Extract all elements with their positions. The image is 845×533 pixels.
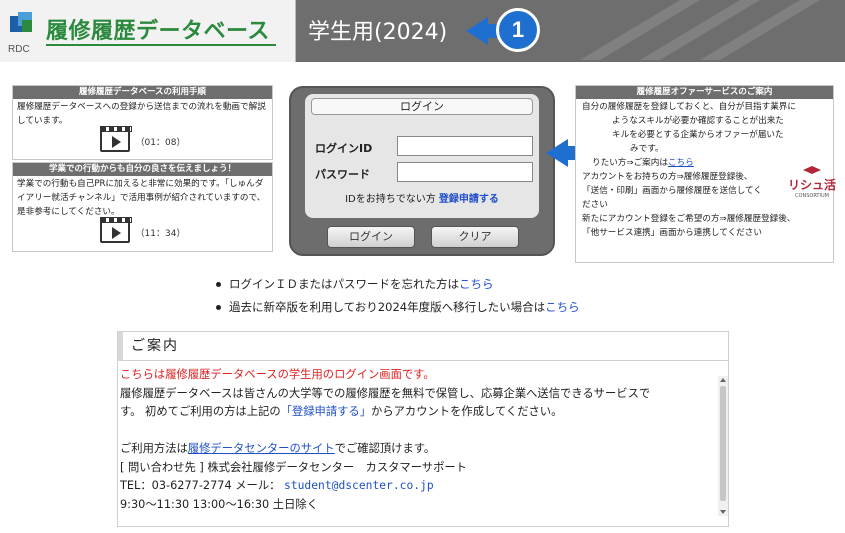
migrate-link[interactable]: こちら — [545, 300, 580, 314]
self-pr-heading: 学業での行動からも自分の良さを伝えましょう！ — [13, 163, 272, 176]
notice-text: でご確認頂けます。 — [334, 442, 436, 455]
notice-body: こちらは履修履歴データベースの学生用のログイン画面です。 履修履歴データベースは… — [118, 366, 716, 514]
login-form: ログイン ログインID パスワード IDをお持ちでない方 登録申請する — [305, 94, 539, 218]
header-bar: RDC 履修履歴データベース 学生用(2024) — [0, 0, 845, 62]
clear-button[interactable]: クリア — [431, 226, 519, 248]
login-button[interactable]: ログイン — [327, 226, 415, 248]
register-prefix: IDをお持ちでない方 — [345, 194, 436, 205]
notice-line: 履修履歴データベースは皆さんの大学等での履修履歴を無料で保管し、応募企業へ送信で… — [120, 386, 651, 400]
notice-line: ご利用方法は履修データセンターのサイトでご確認頂けます。 — [120, 440, 716, 459]
usage-guide-box: 履修履歴データベースの利用手順 履修履歴データベースへの登録から送信までの流れを… — [12, 85, 273, 160]
rishukatsu-badge: リシュ活 — [787, 178, 836, 192]
bullet-dot — [216, 282, 221, 287]
callout-1-arrow — [466, 17, 488, 45]
self-pr-text: 学業での行動も自己PRに加えると非常に効果的です。「しゅんダイアリー就活チャンネ… — [17, 179, 266, 217]
notice-blank — [120, 422, 716, 441]
offer-line: みです。 — [630, 144, 664, 154]
login-title: ログイン — [311, 98, 533, 115]
video-clapper-icon[interactable] — [99, 217, 132, 243]
self-pr-video[interactable]: （11：34） — [13, 217, 272, 243]
forgot-text: ログインＩＤまたはパスワードを忘れた方は — [229, 277, 459, 291]
scroll-up-icon[interactable] — [720, 378, 726, 382]
offer-line: キルを必要とする企業からオファーが届いた — [612, 130, 784, 140]
video-duration: （11：34） — [135, 228, 186, 239]
login-id-input[interactable] — [397, 136, 533, 156]
logo-title: 履修履歴データベース — [46, 19, 270, 44]
usage-guide-heading: 履修履歴データベースの利用手順 — [13, 86, 272, 99]
notice-text: ご利用方法は — [120, 442, 188, 455]
forgot-credentials-line: ログインＩＤまたはパスワードを忘れた方はこちら — [216, 276, 494, 292]
offer-line: ようなスキルが必要か確認することが出来た — [612, 116, 784, 126]
offer-guide-link[interactable]: こちら — [668, 158, 694, 168]
offer-guide-text: りたい方⇒ご案内は — [592, 158, 668, 168]
notice-scrollbar[interactable] — [718, 376, 728, 516]
login-panel: ログイン ログインID パスワード IDをお持ちでない方 登録申請する ログイン… — [289, 86, 555, 256]
self-pr-box: 学業での行動からも自分の良さを伝えましょう！ 学業での行動も自己PRに加えると非… — [12, 162, 273, 252]
site-logo[interactable]: RDC 履修履歴データベース — [0, 0, 296, 62]
register-line: IDをお持ちでない方 登録申請する — [305, 190, 539, 205]
support-email[interactable]: student@dscenter.co.jp — [284, 479, 434, 492]
offer-line: ださい — [582, 200, 608, 210]
notice-panel: ご案内 こちらは履修履歴データベースの学生用のログイン画面です。 履修履歴データ… — [117, 331, 729, 527]
video-duration: （01：08） — [135, 137, 186, 148]
video-clapper-icon[interactable] — [99, 126, 132, 152]
datacenter-site-link[interactable]: 履修データセンターのサイト — [188, 442, 335, 455]
password-input[interactable] — [397, 162, 533, 182]
callout-2-arrow — [546, 139, 568, 167]
notice-register-ref: 「登録申請する」 — [280, 405, 372, 418]
offer-line: 自分の履修履歴を登録しておくと、自分が目指す業界に — [582, 102, 796, 112]
scroll-thumb[interactable] — [720, 386, 726, 501]
rishukatsu-sub: CONSORTIUM — [795, 193, 829, 199]
migrate-line: 過去に新卒版を利用しており2024年度版へ移行したい場合はこちら — [216, 299, 580, 315]
offer-service-heading: 履修履歴オファーサービスのご案内 — [576, 86, 833, 99]
notice-text: TEL：03-6277-2774 メール： — [120, 479, 281, 492]
notice-text: からアカウントを作成してください。 — [371, 405, 563, 418]
usage-guide-text: 履修履歴データベースへの登録から送信までの流れを動画で解説しています。 — [17, 102, 266, 126]
notice-text: す。 初めてご利用の方は上記の — [120, 405, 281, 418]
password-label: パスワード — [315, 168, 370, 181]
migrate-text: 過去に新卒版を利用しており2024年度版へ移行したい場合は — [229, 300, 546, 314]
notice-line: 9:30～11:30 13:00～16:30 土日除く — [120, 497, 318, 511]
scroll-down-icon[interactable] — [720, 510, 726, 514]
rishukatsu-logo: リシュ活 CONSORTIUM — [784, 166, 840, 200]
offer-service-box: 履修履歴オファーサービスのご案内 自分の履修履歴を登録しておくと、自分が目指す業… — [575, 85, 836, 263]
bullet-dot — [216, 305, 221, 310]
logo-underline — [46, 44, 276, 46]
usage-guide-video[interactable]: （01：08） — [13, 126, 272, 152]
login-id-label: ログインID — [315, 142, 373, 155]
notice-heading: ご案内 — [118, 332, 728, 361]
offer-line: 「他サービス連携」画面から連携してください — [582, 228, 762, 238]
logo-rdc-text: RDC — [8, 44, 30, 55]
notice-line: [ 問い合わせ先 ] 株式会社履修データセンター カスタマーサポート — [120, 460, 467, 474]
register-link[interactable]: 登録申請する — [439, 194, 499, 205]
offer-line: 新たにアカウント登録をご希望の方⇒履修履歴登録後、 — [582, 214, 796, 224]
forgot-link[interactable]: こちら — [459, 277, 494, 291]
header-decoration — [580, 0, 820, 60]
notice-line: こちらは履修履歴データベースの学生用のログイン画面です。 — [120, 368, 435, 381]
rishukatsu-cap-icon — [803, 166, 821, 174]
logo-mark-icon — [10, 12, 32, 32]
callout-1-badge: 1 — [496, 8, 540, 52]
page-title: 学生用(2024) — [308, 20, 448, 45]
notice-line: す。 初めてご利用の方は上記の「登録申請する」からアカウントを作成してください。 — [120, 403, 716, 422]
notice-line: TEL：03-6277-2774 メール： student@dscenter.c… — [120, 477, 716, 496]
